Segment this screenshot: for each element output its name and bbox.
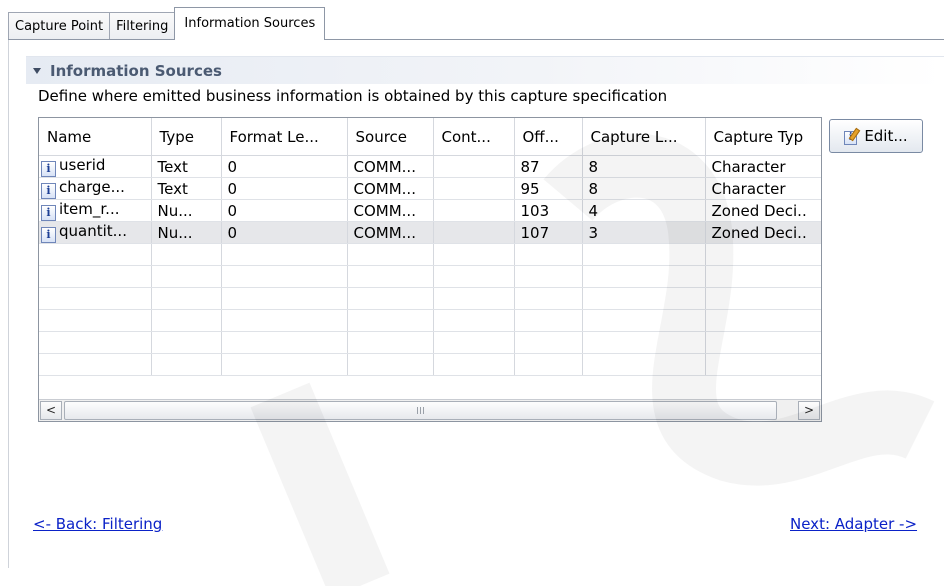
scroll-right-button[interactable]: >: [798, 401, 820, 420]
cell-capture-type: Zoned Deci..: [705, 221, 821, 244]
cell-source: COMM...: [347, 199, 434, 222]
table-grid: Name Type Format Le... Source Cont... Of…: [39, 118, 821, 376]
cell-capture-length: 8: [582, 155, 706, 178]
table-row[interactable]: i charge... Text 0 COMM... 95 8 Character: [39, 177, 821, 200]
empty-row: [39, 287, 821, 310]
tab-capture-point[interactable]: Capture Point: [8, 12, 111, 40]
tab-divider: [8, 39, 944, 40]
cell-type: Nu...: [151, 221, 222, 244]
scroll-thumb[interactable]: [64, 401, 777, 420]
cell-capture-type: Zoned Deci..: [705, 199, 821, 222]
column-header-format-length[interactable]: Format Le...: [221, 118, 348, 156]
panel-border: [8, 40, 9, 568]
edit-button[interactable]: i Edit...: [829, 119, 923, 153]
empty-row: [39, 265, 821, 288]
collapse-twisty-icon[interactable]: [33, 66, 43, 76]
scroll-left-button[interactable]: <: [40, 401, 62, 420]
cell-capture-length: 4: [582, 199, 706, 222]
empty-row: [39, 331, 821, 354]
cell-source: COMM...: [347, 155, 434, 178]
tab-filtering[interactable]: Filtering: [109, 12, 176, 40]
section-header[interactable]: Information Sources: [26, 56, 944, 84]
column-header-type[interactable]: Type: [151, 118, 222, 156]
info-icon: i: [41, 205, 56, 221]
cell-name-text: item_r...: [59, 200, 120, 218]
info-icon: i: [41, 227, 56, 243]
cell-name: i quantit...: [39, 221, 152, 244]
cell-capture-length: 8: [582, 177, 706, 200]
cell-content: [433, 221, 515, 244]
cell-capture-type: Character: [705, 177, 821, 200]
cell-name: i charge...: [39, 177, 152, 200]
cell-capture-type: Character: [705, 155, 821, 178]
cell-capture-length: 3: [582, 221, 706, 244]
information-sources-table[interactable]: Name Type Format Le... Source Cont... Of…: [38, 117, 822, 422]
column-header-name[interactable]: Name: [39, 118, 152, 156]
cell-source: COMM...: [347, 177, 434, 200]
edit-button-label: Edit...: [864, 127, 908, 145]
table-row[interactable]: i userid Text 0 COMM... 87 8 Character: [39, 155, 821, 178]
cell-type: Text: [151, 177, 222, 200]
tab-strip: Capture Point Filtering Information Sour…: [8, 7, 326, 40]
section-title: Information Sources: [50, 61, 222, 80]
empty-row: [39, 243, 821, 266]
cell-name-text: charge...: [59, 178, 125, 196]
cell-offset: 95: [514, 177, 583, 200]
cell-type: Nu...: [151, 199, 222, 222]
column-header-offset[interactable]: Off...: [514, 118, 583, 156]
column-header-content[interactable]: Cont...: [433, 118, 515, 156]
table-row[interactable]: i item_r... Nu... 0 COMM... 103 4 Zoned D…: [39, 199, 821, 222]
cell-offset: 87: [514, 155, 583, 178]
empty-row: [39, 309, 821, 332]
cell-offset: 107: [514, 221, 583, 244]
cell-format-length: 0: [221, 155, 348, 178]
cell-name: i item_r...: [39, 199, 152, 222]
table-header-row: Name Type Format Le... Source Cont... Of…: [39, 118, 821, 156]
column-header-source[interactable]: Source: [347, 118, 434, 156]
cell-source: COMM...: [347, 221, 434, 244]
cell-offset: 103: [514, 199, 583, 222]
cell-name: i userid: [39, 155, 152, 178]
cell-name-text: quantit...: [59, 222, 127, 240]
tab-information-sources[interactable]: Information Sources: [174, 7, 326, 40]
horizontal-scrollbar[interactable]: < >: [39, 399, 821, 421]
cell-content: [433, 177, 515, 200]
cell-content: [433, 155, 515, 178]
section-description: Define where emitted business informatio…: [38, 87, 668, 105]
next-link[interactable]: Next: Adapter ->: [790, 515, 917, 533]
cell-content: [433, 199, 515, 222]
cell-name-text: userid: [59, 156, 106, 174]
edit-icon: i: [844, 127, 861, 145]
info-icon: i: [41, 161, 56, 177]
cell-format-length: 0: [221, 221, 348, 244]
cell-format-length: 0: [221, 177, 348, 200]
info-icon: i: [41, 183, 56, 199]
cell-format-length: 0: [221, 199, 348, 222]
cell-type: Text: [151, 155, 222, 178]
table-row-selected[interactable]: i quantit... Nu... 0 COMM... 107 3 Zoned …: [39, 221, 821, 244]
column-header-capture-type[interactable]: Capture Typ: [705, 118, 821, 156]
column-header-capture-length[interactable]: Capture L...: [582, 118, 706, 156]
back-link[interactable]: <- Back: Filtering: [33, 515, 162, 533]
scroll-grip-icon: [416, 407, 425, 414]
empty-row: [39, 353, 821, 376]
